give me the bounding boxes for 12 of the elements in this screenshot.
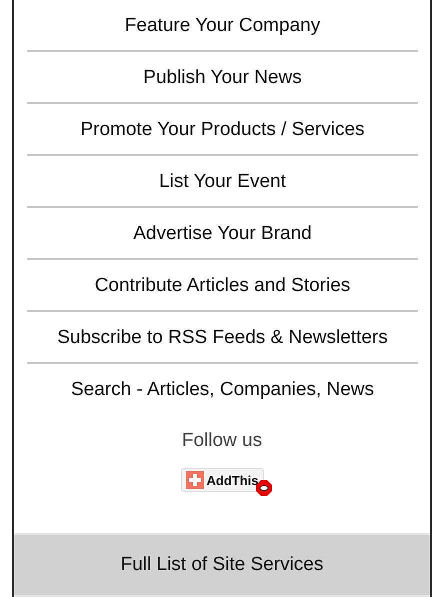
menu-link[interactable]: Feature Your Company: [27, 0, 418, 52]
menu-link[interactable]: Contribute Articles and Stories: [27, 260, 418, 312]
menu-link[interactable]: Subscribe to RSS Feeds & Newsletters: [27, 312, 418, 364]
menu-link[interactable]: Promote Your Products / Services: [27, 104, 418, 156]
menu-link[interactable]: Search - Articles, Companies, News: [27, 364, 418, 414]
menu-link[interactable]: List Your Event: [27, 156, 418, 208]
site-services-button[interactable]: Full List of Site Services: [14, 533, 430, 597]
menu-link[interactable]: Advertise Your Brand: [27, 208, 418, 260]
follow-heading: Follow us: [182, 430, 262, 452]
menu-link[interactable]: Publish Your News: [27, 52, 418, 104]
addthis-button[interactable]: AddThis: [180, 468, 264, 492]
plus-icon: [186, 471, 204, 489]
